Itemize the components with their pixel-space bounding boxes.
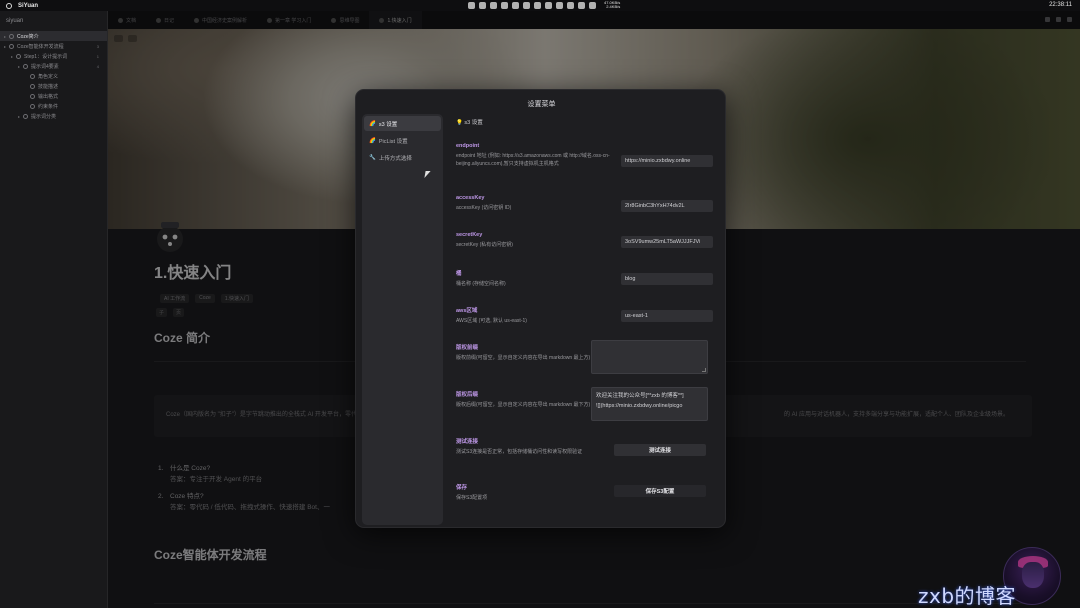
textarea-line: 欢迎关注我的公众号[**zxb 的博客**] [596, 393, 684, 399]
child-count: 1 [96, 53, 99, 59]
test-connection-button[interactable]: 测试连接 [614, 444, 706, 456]
tray-icon[interactable] [545, 2, 552, 9]
modal-title: 设置菜单 [527, 101, 556, 108]
workspace-name[interactable]: siyuan [0, 11, 107, 31]
tray-icon[interactable] [523, 2, 530, 9]
doc-icon [9, 33, 14, 39]
bucket-field: 桶 桶名称 (存储空间名称) blog [456, 269, 718, 306]
save-s3-config-button[interactable]: 保存S3配置 [614, 485, 706, 497]
endpoint-field: endpoint endpoint 地址 (例如: https://s3.ama… [456, 143, 718, 195]
doc-tree: ▸ Coze简介 ▸ Coze智能体开发流程 3 ▸ Step1：设计提示词 1 ▸ 提示词4要素… [0, 31, 107, 121]
tray-icon[interactable] [501, 2, 508, 9]
sidebar-item-label: 提示词4要素 [31, 63, 59, 70]
copyright-suffix-field: 版权后缀 版权后缀(可留空，显示自定义内容在导出 markdown 最下方) 欢… [456, 387, 718, 437]
tray-icon[interactable] [534, 2, 541, 9]
settings-nav-item[interactable]: 🌈 s3 设置 [364, 116, 441, 131]
clock[interactable]: 22:38:11 [1049, 2, 1072, 8]
doc-icon [30, 103, 35, 109]
s3-settings-panel: 💡 s3 设置 endpoint endpoint 地址 (例如: https:… [456, 118, 718, 513]
child-count: 3 [96, 43, 99, 49]
nav-emoji-icon: 🌈 [369, 120, 376, 127]
tray-icon[interactable] [567, 2, 574, 9]
nav-emoji-icon: 🌈 [369, 137, 376, 144]
tray-icon[interactable] [490, 2, 497, 9]
save-field: 保存 保存S3配置项 保存S3配置 [456, 483, 718, 513]
sidebar-item-label: 技能描述 [38, 83, 59, 90]
settings-nav-item[interactable]: 🔧 上传方式选择 [364, 150, 441, 165]
sidebar-item-label: 约束条件 [38, 103, 59, 110]
doc-icon [16, 53, 21, 59]
sidebar-item[interactable]: ▸ Step1：设计提示词 1 [0, 51, 107, 61]
child-count: 4 [96, 63, 99, 69]
access-key-input[interactable]: 2Ir8GinbC3hYxH74dv2L [621, 200, 713, 212]
tray-icon[interactable] [556, 2, 563, 9]
region-field: aws区域 AWS区域 (可选, 默认 us-east-1) us-east-1 [456, 306, 718, 343]
access-key-field: accessKey accessKey (访问密钥 ID) 2Ir8GinbC3… [456, 195, 718, 232]
field-description: secretKey (私有访问密钥) [456, 242, 513, 248]
resize-handle-icon[interactable] [702, 368, 706, 372]
field-description: 保存S3配置项 [456, 495, 488, 501]
sidebar-item[interactable]: ▸ 提示词分类 [0, 111, 107, 121]
copyright-prefix-textarea[interactable] [591, 340, 708, 374]
sidebar-item-label: 角色定义 [38, 73, 59, 80]
secret-key-field: secretKey secretKey (私有访问密钥) 3oSV9umw25m… [456, 232, 718, 269]
settings-nav: 🌈 s3 设置 🌈 PicList 设置 🔧 上传方式选择 [362, 114, 443, 525]
doc-icon [23, 113, 28, 119]
endpoint-input[interactable]: https://minio.zxbdwy.online [621, 155, 713, 167]
doc-icon [30, 83, 35, 89]
doc-icon [30, 73, 35, 79]
test-connection-field: 测试连接 测试S3连接是否正常，包括存储桶访问性和读写权限验证 测试连接 [456, 437, 718, 483]
field-label: endpoint [456, 143, 480, 149]
settings-modal: 设置菜单 🌈 s3 设置 🌈 PicList 设置 🔧 上传方式选择 💡 s3 设置 en… [355, 89, 726, 528]
menu-bar: SiYuan 47.0KB/s 2.4KB/s 22:38:11 [0, 0, 1080, 11]
sidebar-item[interactable]: ▸ Coze简介 [0, 31, 107, 41]
tray-icon[interactable] [589, 2, 596, 9]
sidebar-item[interactable]: ▸ 提示词4要素 4 [0, 61, 107, 71]
field-description: AWS区域 (可选, 默认 us-east-1) [456, 318, 527, 324]
tray-icon[interactable] [479, 2, 486, 9]
apple-icon[interactable] [6, 2, 12, 9]
nav-label: 上传方式选择 [378, 155, 412, 162]
region-input[interactable]: us-east-1 [621, 310, 713, 322]
nav-label: PicList 设置 [378, 138, 408, 145]
copyright-suffix-textarea[interactable]: 欢迎关注我的公众号[**zxb 的博客**] ![](https://minio… [591, 387, 708, 421]
status-tray [468, 2, 596, 9]
sidebar-item[interactable]: 约束条件 [0, 101, 107, 111]
watermark-text: zxb的博客 [918, 584, 1017, 608]
nav-emoji-icon: 🔧 [369, 154, 376, 161]
app-name[interactable]: SiYuan [18, 3, 38, 9]
sidebar-item[interactable]: 输出格式 [0, 91, 107, 101]
doc-icon [23, 63, 28, 69]
secret-key-input[interactable]: 3oSV9umw25mLT5aWJJJFJVi [621, 236, 713, 248]
network-speed: 47.0KB/s 2.4KB/s [604, 1, 620, 9]
sidebar-item[interactable]: 技能描述 [0, 81, 107, 91]
field-description: accessKey (访问密钥 ID) [456, 205, 512, 211]
tray-icon[interactable] [578, 2, 585, 9]
sidebar-item-label: Coze智能体开发流程 [17, 43, 64, 50]
net-down: 2.4KB/s [606, 4, 621, 9]
avatar-face-icon [1022, 562, 1044, 588]
sidebar-item-label: 输出格式 [38, 93, 59, 100]
settings-nav-item[interactable]: 🌈 PicList 设置 [364, 133, 441, 148]
bucket-input[interactable]: blog [621, 273, 713, 285]
sidebar-item[interactable]: ▸ Coze智能体开发流程 3 [0, 41, 107, 51]
field-description: 测试S3连接是否正常，包括存储桶访问性和读写权限验证 [456, 449, 583, 455]
doc-tree-sidebar: siyuan ▸ Coze简介 ▸ Coze智能体开发流程 3 ▸ Step1：设计提示词 1… [0, 11, 108, 608]
tray-icon[interactable] [468, 2, 475, 9]
nav-label: s3 设置 [378, 121, 398, 128]
sidebar-item-label: Coze简介 [17, 33, 39, 40]
tray-icon[interactable] [512, 2, 519, 9]
field-description: 桶名称 (存储空间名称) [456, 281, 506, 287]
doc-icon [9, 43, 14, 49]
doc-icon [30, 93, 35, 99]
sidebar-item[interactable]: 角色定义 [0, 71, 107, 81]
field-description: endpoint 地址 (例如: https://s3.amazonaws.co… [456, 153, 610, 167]
sidebar-item-label: Step1：设计提示词 [24, 53, 68, 60]
sidebar-item-label: 提示词分类 [31, 113, 57, 120]
section-intro: 💡 s3 设置 [456, 120, 483, 126]
copyright-prefix-field: 版权前缀 版权前缀(可留空，显示自定义内容在导出 markdown 最上方) [456, 340, 718, 390]
textarea-line: ![](https://minio.zxbdwy.online/picgo [596, 403, 683, 409]
